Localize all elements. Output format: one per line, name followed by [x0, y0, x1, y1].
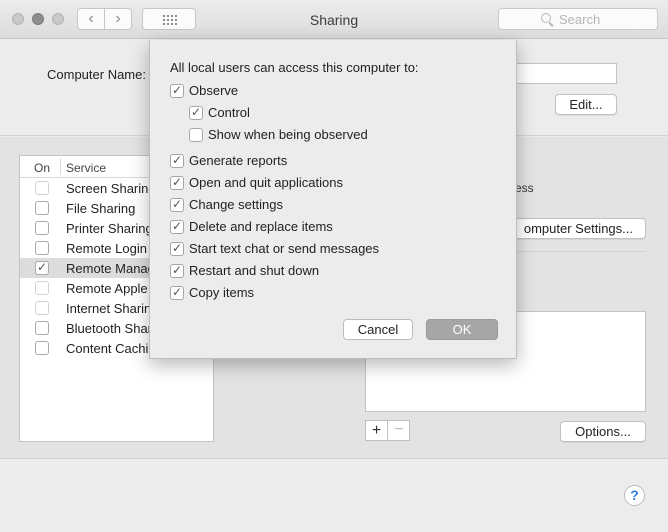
- option-checkbox[interactable]: [170, 241, 184, 256]
- option-checkbox[interactable]: [170, 83, 184, 98]
- option-label: Open and quit applications: [189, 175, 343, 190]
- edit-button[interactable]: Edit...: [555, 94, 617, 115]
- option-label: Generate reports: [189, 153, 288, 168]
- option-checkbox[interactable]: [170, 263, 184, 278]
- remove-user-button[interactable]: −: [388, 421, 410, 440]
- service-checkbox[interactable]: [35, 260, 49, 275]
- service-label: Bluetooth Shar: [66, 321, 153, 336]
- service-checkbox[interactable]: [35, 181, 49, 195]
- sheet-title: All local users can access this computer…: [170, 60, 419, 75]
- option-label: Start text chat or send messages: [189, 241, 380, 256]
- computer-settings-button[interactable]: omputer Settings...: [503, 218, 646, 239]
- option-label: Copy items: [189, 285, 255, 300]
- service-checkbox[interactable]: [35, 221, 49, 235]
- service-label: Remote Login: [66, 241, 147, 256]
- service-checkbox[interactable]: [35, 201, 49, 215]
- cancel-button[interactable]: Cancel: [343, 319, 413, 340]
- option-checkbox[interactable]: [170, 197, 184, 212]
- help-button[interactable]: ?: [624, 485, 645, 506]
- options-button[interactable]: Options...: [560, 421, 646, 442]
- option-label: Change settings: [189, 197, 283, 212]
- title-bar: ‹ › Sharing Search: [0, 0, 668, 39]
- option-checkbox[interactable]: [170, 153, 184, 168]
- search-field[interactable]: Search: [498, 8, 658, 30]
- service-label: Content Cachin: [66, 341, 156, 356]
- service-label: File Sharing: [66, 201, 136, 216]
- option-label: Delete and replace items: [189, 219, 333, 234]
- option-checkbox[interactable]: [170, 175, 184, 190]
- option-checkbox[interactable]: [170, 285, 184, 300]
- service-checkbox[interactable]: [35, 281, 49, 295]
- service-checkbox[interactable]: [35, 241, 49, 255]
- service-checkbox[interactable]: [35, 341, 49, 355]
- service-label: Remote Manag: [66, 261, 155, 276]
- service-checkbox[interactable]: [35, 301, 49, 315]
- service-label: Screen Sharing: [66, 181, 156, 196]
- column-header-on: On: [34, 161, 51, 175]
- column-separator: [60, 158, 61, 175]
- option-checkbox[interactable]: [189, 105, 203, 120]
- service-label: Internet Sharin: [66, 301, 152, 316]
- service-label: Remote Apple: [66, 281, 148, 296]
- computer-name-label: Computer Name:: [47, 67, 146, 82]
- remote-management-options-sheet: All local users can access this computer…: [149, 40, 517, 359]
- add-user-button[interactable]: +: [366, 421, 388, 440]
- computer-name-field[interactable]: [510, 63, 617, 84]
- ok-button[interactable]: OK: [426, 319, 498, 340]
- service-label: Printer Sharing: [66, 221, 153, 236]
- search-placeholder: Search: [559, 12, 601, 27]
- add-remove-control: + −: [365, 420, 410, 441]
- option-checkbox[interactable]: [189, 128, 203, 142]
- service-checkbox[interactable]: [35, 321, 49, 335]
- option-label: Control: [208, 105, 250, 120]
- option-label: Observe: [189, 83, 239, 98]
- option-checkbox[interactable]: [170, 219, 184, 234]
- option-label: Restart and shut down: [189, 263, 320, 278]
- option-label: Show when being observed: [208, 127, 368, 142]
- search-icon: [541, 13, 551, 23]
- column-header-service: Service: [66, 161, 107, 175]
